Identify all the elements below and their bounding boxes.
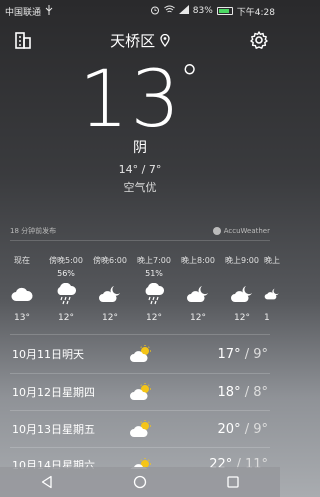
degree-symbol: ° — [180, 57, 202, 101]
hour-temp: 12° — [190, 313, 206, 323]
hour-temp: 12° — [58, 313, 74, 323]
cloud-moon-icon — [264, 281, 280, 307]
air-quality[interactable]: 空气优 — [0, 179, 280, 195]
hourly-item: 现在 13° — [0, 255, 44, 323]
hour-temp: 1 — [264, 313, 270, 323]
daily-row[interactable]: 10月12日星期四 18° / 8° — [12, 374, 268, 410]
daily-row[interactable]: 10月14日星期六 22° / 11° — [12, 449, 268, 469]
day-name: 10月11日明天 — [12, 348, 84, 361]
hourly-forecast[interactable]: 现在 13° 傍晚5:00 56% 12° 傍晚6:00 12° 晚上7:00 … — [0, 255, 300, 325]
divider — [10, 240, 270, 241]
hour-precip: 56% — [57, 269, 75, 278]
provider-name: AccuWeather — [223, 227, 270, 235]
hour-precip — [176, 269, 220, 281]
cloudy-icon — [0, 281, 44, 307]
navigation-bar — [0, 467, 280, 497]
rain-cloud-icon — [44, 281, 88, 307]
hourly-item: 傍晚5:00 56% 12° — [44, 255, 88, 323]
hour-precip: 51% — [145, 269, 163, 278]
publish-time: 18 分钟前发布 — [10, 227, 57, 235]
day-low: / 9° — [240, 346, 268, 362]
hourly-item: 晚上8:00 12° — [176, 255, 220, 323]
recents-square-icon[interactable] — [218, 471, 248, 493]
day-low: / 8° — [240, 384, 268, 400]
day-name: 10月12日星期四 — [12, 386, 95, 399]
day-high: 17° — [217, 346, 241, 362]
home-circle-icon[interactable] — [125, 471, 155, 493]
cloud-moon-icon — [176, 281, 220, 307]
day-high: 18° — [217, 384, 241, 400]
status-right: 83% 下午4:28 — [150, 5, 275, 18]
usb-icon — [45, 4, 53, 18]
city-selector[interactable]: 天桥区 — [0, 30, 280, 51]
publish-row: 18 分钟前发布 AccuWeather — [10, 225, 270, 237]
current-condition: 阴 — [133, 140, 147, 156]
provider-link[interactable]: AccuWeather — [212, 227, 270, 235]
hour-temp: 13° — [14, 313, 30, 323]
hour-time: 晚上8:00 — [181, 256, 215, 265]
hour-time: 晚上 — [264, 256, 280, 265]
status-left: 中国联通 — [5, 4, 53, 18]
hour-temp: 12° — [102, 313, 118, 323]
hour-time: 晚上9:00 — [225, 256, 259, 265]
hour-precip — [88, 269, 132, 281]
day-high: 20° — [217, 421, 241, 437]
status-bar: 中国联通 83% 下午4:28 — [0, 0, 280, 22]
daily-row[interactable]: 10月11日明天 17° / 9° — [12, 336, 268, 372]
hour-temp: 12° — [234, 313, 250, 323]
hourly-item: 晚上7:00 51% 12° — [132, 255, 176, 323]
daily-row[interactable]: 10月13日星期五 20° / 9° — [12, 411, 268, 447]
signal-icon — [178, 5, 189, 17]
top-bar: 天桥区 — [0, 28, 280, 52]
temperature-range: 14° / 7° — [118, 163, 162, 176]
clock: 下午4:28 — [236, 7, 275, 18]
gear-icon[interactable] — [249, 30, 269, 50]
wifi-icon — [163, 5, 175, 17]
carrier-label: 中国联通 — [5, 7, 42, 18]
hour-precip — [0, 269, 44, 281]
hour-precip — [220, 269, 264, 281]
hour-precip — [264, 269, 280, 281]
partly-sunny-icon — [122, 382, 162, 402]
accuweather-logo-icon — [212, 227, 221, 235]
hour-time: 傍晚6:00 — [93, 256, 127, 265]
location-pin-icon — [160, 33, 170, 51]
battery-percent: 83% — [192, 6, 213, 16]
hourly-item: 晚上9:00 12° — [220, 255, 264, 323]
day-temp: 20° / 9° — [162, 422, 268, 437]
hour-time: 傍晚5:00 — [49, 256, 83, 265]
back-triangle-icon[interactable] — [32, 471, 62, 493]
rain-cloud-icon — [132, 281, 176, 307]
partly-sunny-icon — [122, 419, 162, 439]
hourly-item: 晚上 1 — [264, 255, 280, 323]
partly-sunny-icon — [122, 344, 162, 364]
current-temperature: 13° — [0, 55, 280, 145]
divider — [10, 334, 270, 335]
hour-time: 晚上7:00 — [137, 256, 171, 265]
battery-icon — [216, 7, 233, 15]
hour-time: 现在 — [14, 256, 30, 265]
city-name: 天桥区 — [110, 32, 156, 50]
hourly-item: 傍晚6:00 12° — [88, 255, 132, 323]
day-temp: 17° / 9° — [162, 347, 268, 362]
divider — [10, 447, 270, 448]
cloud-moon-icon — [220, 281, 264, 307]
day-name: 10月13日星期五 — [12, 423, 95, 436]
hour-temp: 12° — [146, 313, 162, 323]
cloud-moon-icon — [88, 281, 132, 307]
day-low: / 9° — [240, 421, 268, 437]
current-temperature-value: 13 — [78, 55, 183, 145]
day-temp: 18° / 8° — [162, 385, 268, 400]
alarm-icon — [150, 5, 160, 18]
